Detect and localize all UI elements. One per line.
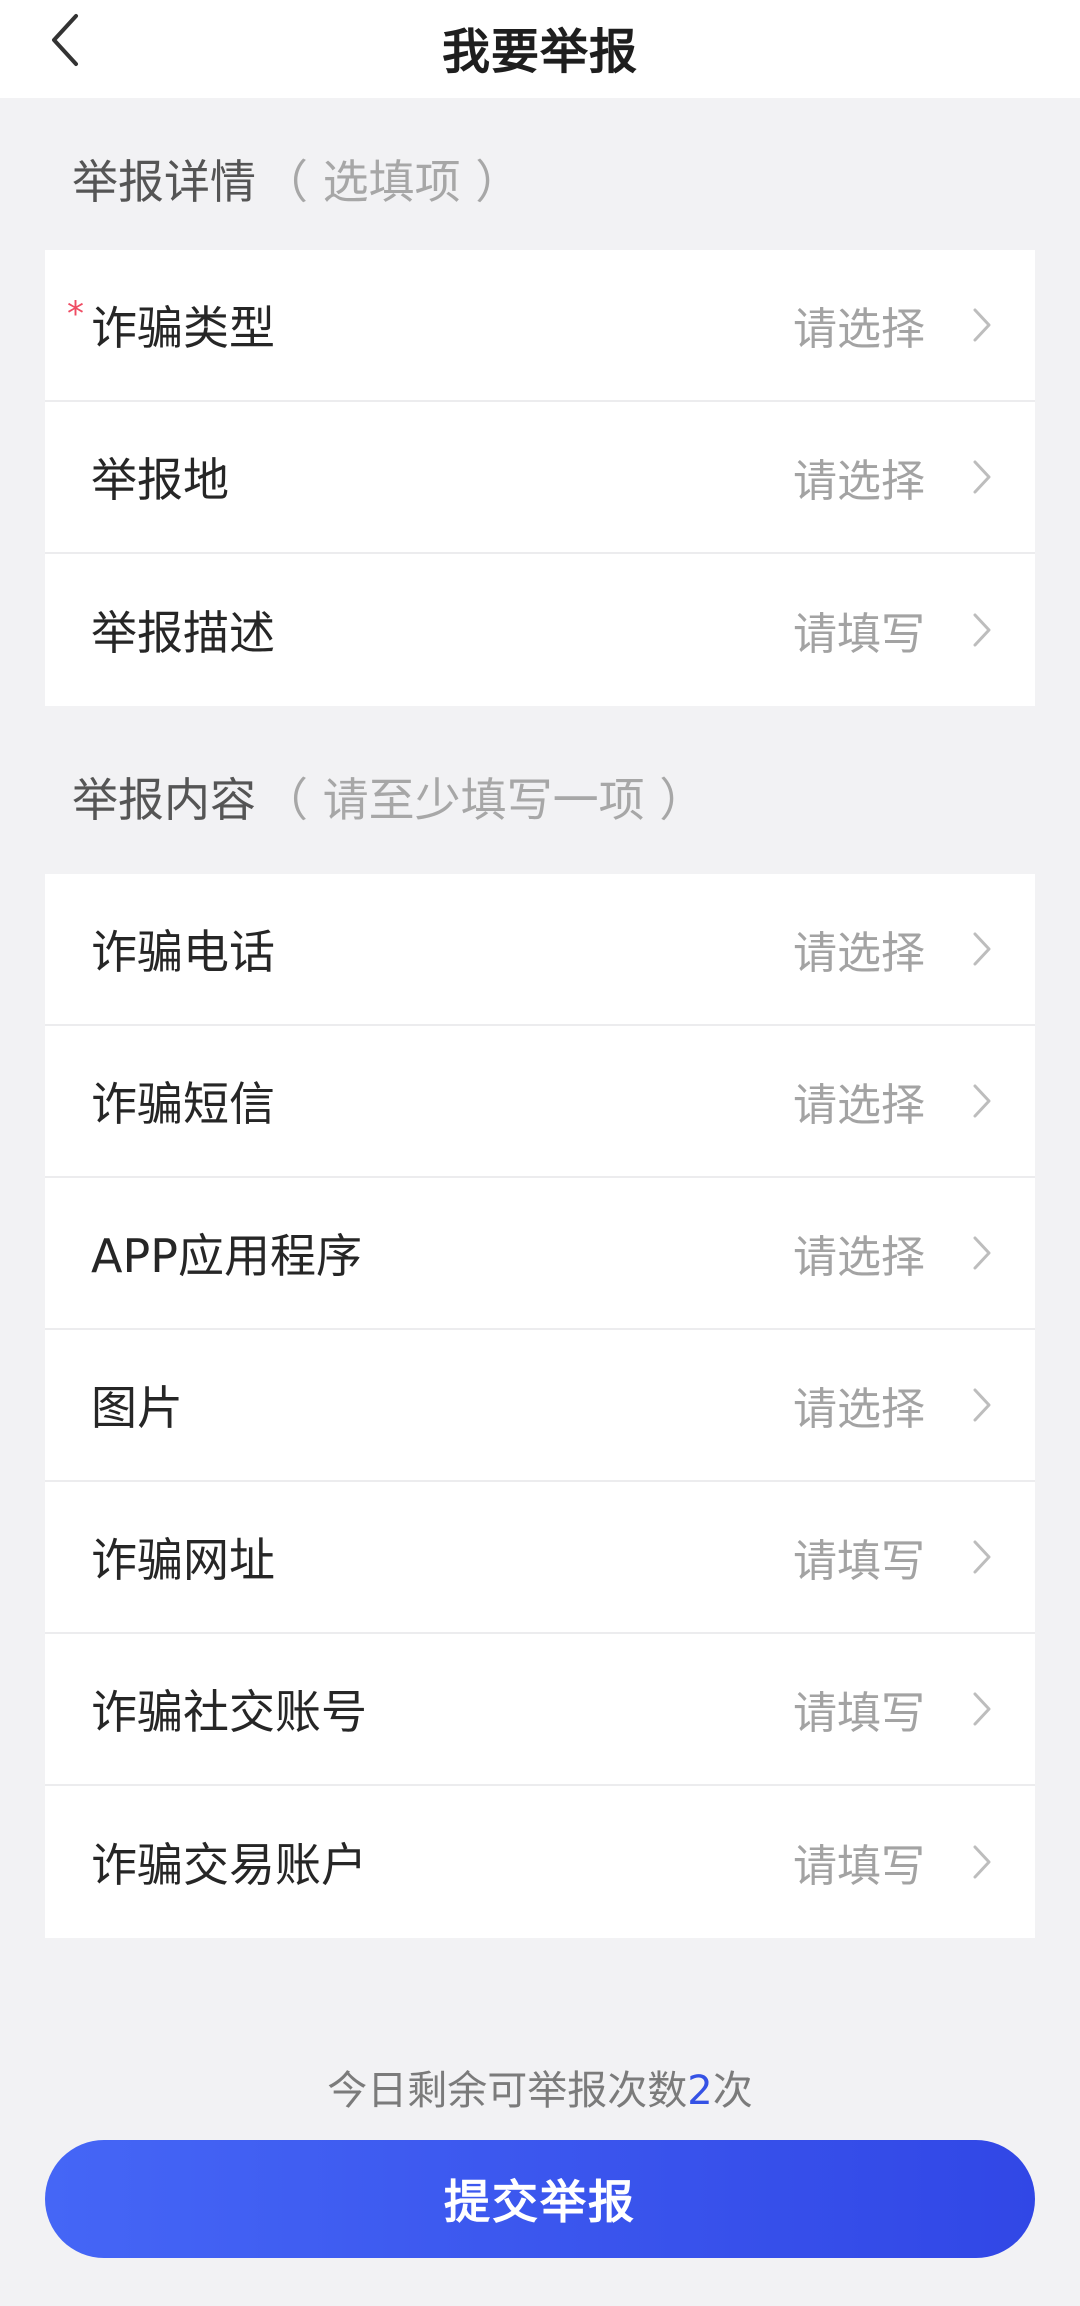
submit-report-button[interactable]: 提交举报 (45, 2140, 1035, 2258)
row-fraud-phone[interactable]: 诈骗电话 请选择 (45, 874, 1035, 1026)
row-label: 诈骗社交账号 (91, 1685, 367, 1739)
content-section-hint: （ 请至少填写一项 ） (262, 773, 706, 827)
row-value: 请选择 (793, 1384, 925, 1435)
chevron-right-icon (973, 1084, 991, 1118)
chevron-right-icon (973, 1388, 991, 1422)
row-value: 请填写 (793, 1688, 925, 1739)
row-fraud-url[interactable]: 诈骗网址 请填写 (45, 1482, 1035, 1634)
remaining-suffix: 次 (712, 2068, 753, 2114)
required-mark: * (67, 294, 84, 334)
row-value: 请选择 (793, 1232, 925, 1283)
chevron-right-icon (973, 1845, 991, 1879)
content-card: 诈骗电话 请选择 诈骗短信 请选择 APP应用程序 请选择 图片 请选择 诈骗网… (45, 874, 1035, 1938)
row-label: 图片 (91, 1381, 183, 1435)
row-label: 举报地 (91, 453, 229, 507)
details-card: * 诈骗类型 请选择 举报地 请选择 举报描述 请填写 (45, 250, 1035, 706)
row-label: 举报描述 (91, 606, 275, 660)
row-label: * 诈骗类型 (67, 292, 275, 358)
remaining-count: 2 (687, 2068, 713, 2114)
row-label-text: 诈骗类型 (91, 301, 275, 355)
page-title: 我要举报 (441, 24, 638, 80)
row-value: 请选择 (793, 928, 925, 979)
row-value: 请填写 (793, 1536, 925, 1587)
top-bar: 我要举报 (0, 0, 1080, 98)
chevron-right-icon (973, 932, 991, 966)
row-fraud-trade-account[interactable]: 诈骗交易账户 请填写 (45, 1786, 1035, 1938)
chevron-right-icon (973, 1692, 991, 1726)
row-app[interactable]: APP应用程序 请选择 (45, 1178, 1035, 1330)
row-images[interactable]: 图片 请选择 (45, 1330, 1035, 1482)
row-value: 请填写 (793, 1841, 925, 1892)
details-section-heading: 举报详情 (72, 155, 256, 209)
details-section-hint: （ 选填项 ） (262, 155, 522, 209)
row-label: 诈骗电话 (91, 925, 275, 979)
row-fraud-type[interactable]: * 诈骗类型 请选择 (45, 250, 1035, 402)
row-label: 诈骗网址 (91, 1533, 275, 1587)
row-report-location[interactable]: 举报地 请选择 (45, 402, 1035, 554)
chevron-right-icon (973, 1540, 991, 1574)
row-fraud-social-account[interactable]: 诈骗社交账号 请填写 (45, 1634, 1035, 1786)
row-fraud-sms[interactable]: 诈骗短信 请选择 (45, 1026, 1035, 1178)
content-section-heading: 举报内容 (72, 773, 256, 827)
row-value: 请选择 (793, 456, 925, 507)
row-value: 请填写 (793, 609, 925, 660)
remaining-reports-text: 今日剩余可举报次数2次 (0, 2058, 1080, 2116)
row-label: 诈骗交易账户 (91, 1838, 367, 1892)
chevron-right-icon (973, 460, 991, 494)
row-value: 请选择 (793, 1080, 925, 1131)
chevron-right-icon (973, 1236, 991, 1270)
chevron-right-icon (973, 613, 991, 647)
details-section-title: 举报详情（ 选填项 ） (72, 146, 521, 212)
row-label: APP应用程序 (91, 1229, 362, 1283)
content-section-title: 举报内容（ 请至少填写一项 ） (72, 764, 705, 830)
row-report-description[interactable]: 举报描述 请填写 (45, 554, 1035, 706)
remaining-prefix: 今日剩余可举报次数 (327, 2068, 688, 2114)
row-label: 诈骗短信 (91, 1077, 275, 1131)
chevron-right-icon (973, 308, 991, 342)
row-value: 请选择 (793, 304, 925, 355)
